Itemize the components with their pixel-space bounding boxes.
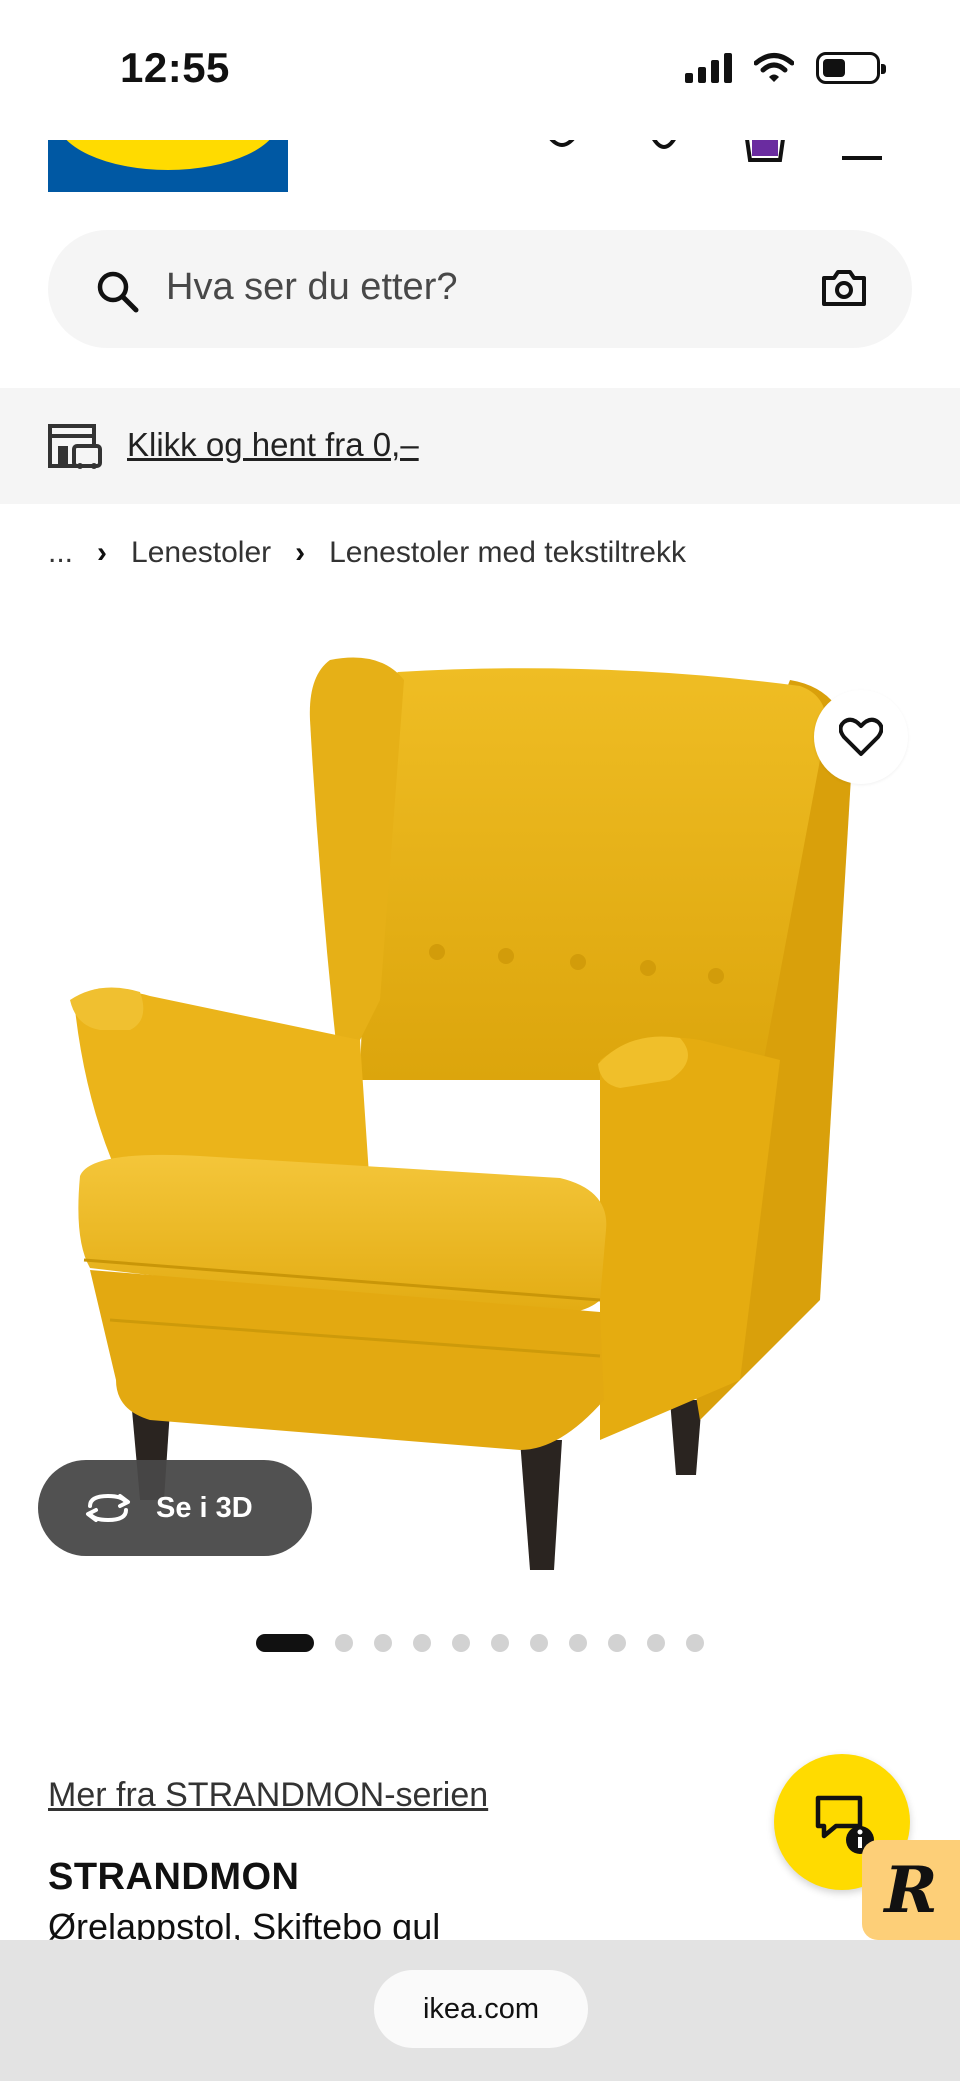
- chevron-right-icon: ›: [97, 536, 108, 569]
- carousel-dot[interactable]: [413, 1634, 431, 1652]
- carousel-dot[interactable]: [530, 1634, 548, 1652]
- store-pickup-icon: [48, 424, 102, 469]
- heart-icon: [839, 717, 883, 756]
- url-pill[interactable]: ikea.com: [374, 1970, 588, 2048]
- carousel-dot[interactable]: [335, 1634, 353, 1652]
- search-bar[interactable]: Hva ser du etter?: [48, 230, 912, 348]
- carousel-dot[interactable]: [686, 1634, 704, 1652]
- breadcrumb-item-tekstiltrekk[interactable]: Lenestoler med tekstiltrekk: [329, 536, 686, 570]
- favorite-button[interactable]: [814, 690, 908, 784]
- extension-badge[interactable]: R: [862, 1840, 960, 1940]
- view-3d-button[interactable]: Se i 3D: [38, 1460, 312, 1556]
- carousel-dot[interactable]: [452, 1634, 470, 1652]
- series-link[interactable]: Mer fra STRANDMON-serien: [48, 1776, 488, 1815]
- cellular-signal-icon: [685, 53, 732, 83]
- wifi-icon: [754, 53, 794, 82]
- breadcrumb-item-lenestoler[interactable]: Lenestoler: [131, 536, 271, 570]
- carousel-indicator: [256, 1634, 704, 1652]
- view-3d-label: Se i 3D: [156, 1491, 253, 1524]
- carousel-dot[interactable]: [569, 1634, 587, 1652]
- click-collect-link[interactable]: Klikk og hent fra 0,–: [127, 426, 419, 464]
- browser-address-bar: ikea.com: [0, 1940, 960, 2081]
- product-image[interactable]: [0, 620, 960, 1600]
- status-bar: 12:55: [0, 0, 960, 140]
- carousel-dot[interactable]: [491, 1634, 509, 1652]
- carousel-dot[interactable]: [374, 1634, 392, 1652]
- status-icons: [685, 52, 886, 84]
- search-icon: [97, 271, 139, 313]
- product-name: STRANDMON: [48, 1856, 300, 1898]
- carousel-dot[interactable]: [647, 1634, 665, 1652]
- carousel-dot-active[interactable]: [256, 1634, 314, 1652]
- breadcrumb-ellipsis[interactable]: ...: [48, 536, 73, 570]
- breadcrumb: ... › Lenestoler › Lenestoler med teksti…: [48, 536, 686, 570]
- camera-icon[interactable]: [820, 268, 868, 308]
- search-input[interactable]: Hva ser du etter?: [166, 266, 457, 309]
- rotate-3d-icon: [86, 1493, 130, 1523]
- status-time: 12:55: [120, 44, 230, 91]
- carousel-dot[interactable]: [608, 1634, 626, 1652]
- battery-icon: [816, 52, 886, 84]
- click-collect-banner[interactable]: Klikk og hent fra 0,–: [0, 388, 960, 504]
- chevron-right-icon: ›: [295, 536, 306, 569]
